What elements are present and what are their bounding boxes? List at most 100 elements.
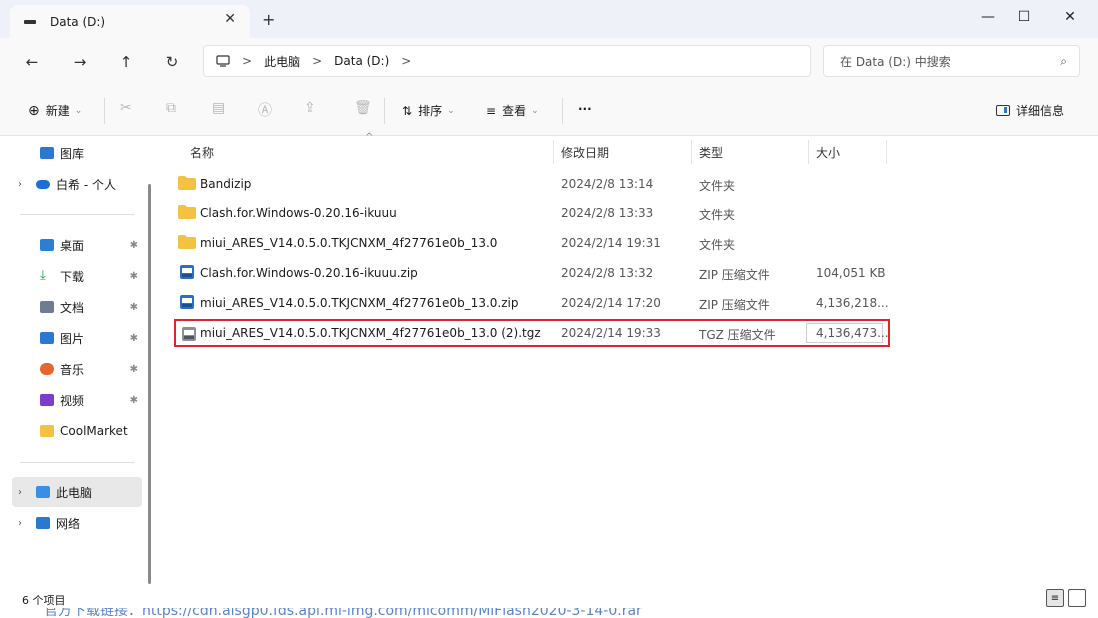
sidebar-scrollbar[interactable]	[148, 184, 151, 584]
file-row[interactable]: miui_ARES_V14.0.5.0.TKJCNXM_4f27761e0b_1…	[174, 229, 890, 257]
file-row[interactable]: Clash.for.Windows-0.20.16-ikuuu 2024/2/8…	[174, 199, 890, 227]
column-divider[interactable]	[691, 140, 692, 164]
search-input[interactable]: 在 Data (D:) 中搜索 ⌕	[823, 45, 1080, 77]
sidebar-item-pictures[interactable]: 图片 ✱	[12, 323, 142, 353]
breadcrumb-chevron-icon: >	[242, 54, 253, 68]
sidebar-item-gallery[interactable]: 图库	[12, 138, 142, 168]
sidebar-item-desktop[interactable]: 桌面 ✱	[12, 230, 142, 260]
maximize-button[interactable]: ☐	[1002, 4, 1046, 30]
more-button[interactable]: ···	[578, 102, 592, 116]
toolbar-divider	[562, 98, 563, 124]
file-name: miui_ARES_V14.0.5.0.TKJCNXM_4f27761e0b_1…	[200, 296, 519, 310]
delete-icon[interactable]: 🗑	[354, 100, 372, 116]
column-header-type[interactable]: 类型	[699, 140, 723, 164]
download-link-text: 官方下载链接：https://cdn.alsgp0.fds.api.mi-img…	[44, 608, 642, 618]
pin-icon[interactable]: ✱	[130, 395, 138, 406]
sidebar-divider	[20, 462, 134, 463]
tiles-view-icon[interactable]	[1068, 589, 1086, 607]
view-lines-icon: ≡	[486, 103, 497, 118]
details-view-icon[interactable]: ≡	[1046, 589, 1064, 607]
sort-label: 排序	[418, 104, 443, 118]
file-type: ZIP 压缩文件	[699, 268, 770, 282]
folder-icon	[178, 176, 196, 190]
sidebar-item-videos[interactable]: 视频 ✱	[12, 385, 142, 415]
forward-button[interactable]: →	[66, 48, 94, 76]
rename-icon[interactable]: Ⓐ	[258, 100, 272, 120]
address-bar[interactable]: > 此电脑 > Data (D:) >	[203, 45, 811, 77]
breadcrumb-this-pc[interactable]: 此电脑	[264, 53, 300, 70]
sidebar-item-label: 视频	[60, 393, 85, 408]
pin-icon[interactable]: ✱	[130, 333, 138, 344]
search-placeholder: 在 Data (D:) 中搜索	[840, 54, 951, 69]
back-button[interactable]: ←	[18, 48, 46, 76]
share-icon[interactable]: ⇪	[304, 100, 316, 116]
file-row[interactable]: miui_ARES_V14.0.5.0.TKJCNXM_4f27761e0b_1…	[174, 289, 890, 317]
refresh-button[interactable]: ↻	[158, 48, 186, 76]
file-modified: 2024/2/8 13:32	[561, 266, 654, 280]
navigation-pane: 图库 › 白希 - 个人 桌面 ✱ ⤓ 下载 ✱ 文档 ✱ 图片 ✱ 音乐 ✱ …	[0, 136, 152, 588]
file-modified: 2024/2/8 13:33	[561, 206, 654, 220]
file-name: miui_ARES_V14.0.5.0.TKJCNXM_4f27761e0b_1…	[200, 326, 541, 340]
column-divider[interactable]	[808, 140, 809, 164]
sidebar-item-this-pc[interactable]: › 此电脑	[12, 477, 142, 507]
details-pane-icon	[996, 105, 1010, 116]
column-header-modified[interactable]: 修改日期	[561, 140, 609, 164]
column-header-name[interactable]: 名称	[190, 140, 214, 164]
plus-circle-icon: ⊕	[28, 102, 40, 119]
sort-button[interactable]: ⇅ 排序 ⌄	[402, 102, 455, 119]
pin-icon[interactable]: ✱	[130, 364, 138, 375]
toolbar-divider	[104, 98, 105, 124]
item-count: 6 个项目	[22, 594, 66, 607]
breadcrumb-chevron-icon: >	[312, 54, 323, 68]
cloud-icon	[36, 179, 50, 189]
pin-icon[interactable]: ✱	[130, 240, 138, 251]
view-label: 查看	[502, 104, 527, 118]
tab-close-icon[interactable]: ✕	[224, 11, 236, 27]
drive-icon	[24, 19, 36, 24]
file-type: 文件夹	[699, 208, 736, 222]
music-icon	[40, 363, 54, 375]
file-row[interactable]: Bandizip 2024/2/8 13:14 文件夹	[174, 170, 890, 198]
new-button[interactable]: ⊕ 新建 ⌄	[28, 102, 82, 119]
gallery-icon	[40, 147, 54, 159]
video-icon	[40, 394, 54, 406]
column-divider[interactable]	[553, 140, 554, 164]
file-type: 文件夹	[699, 238, 736, 252]
column-header-size[interactable]: 大小	[816, 140, 840, 164]
monitor-icon	[216, 55, 230, 67]
tab-data-d[interactable]: Data (D:) ✕	[10, 5, 250, 38]
close-button[interactable]: ✕	[1048, 4, 1092, 30]
copy-icon[interactable]: ⧉	[166, 100, 176, 116]
file-row-selected[interactable]: miui_ARES_V14.0.5.0.TKJCNXM_4f27761e0b_1…	[174, 319, 890, 347]
download-icon: ⤓	[40, 268, 46, 283]
file-row[interactable]: Clash.for.Windows-0.20.16-ikuuu.zip 2024…	[174, 259, 890, 287]
sidebar-item-label: 白希 - 个人	[56, 177, 116, 192]
up-button[interactable]: ↑	[112, 48, 140, 76]
file-name: Clash.for.Windows-0.20.16-ikuuu	[200, 206, 397, 220]
sidebar-item-onedrive[interactable]: › 白希 - 个人	[12, 169, 142, 199]
file-type: 文件夹	[699, 179, 736, 193]
sidebar-item-coolmarket[interactable]: CoolMarket	[12, 416, 142, 446]
new-tab-button[interactable]: +	[262, 10, 275, 29]
file-name: Clash.for.Windows-0.20.16-ikuuu.zip	[200, 266, 418, 280]
search-icon: ⌕	[1060, 54, 1067, 68]
sidebar-item-music[interactable]: 音乐 ✱	[12, 354, 142, 384]
sidebar-item-documents[interactable]: 文档 ✱	[12, 292, 142, 322]
chevron-down-icon: ⌄	[74, 105, 83, 116]
view-button[interactable]: ≡ 查看 ⌄	[486, 102, 539, 119]
sidebar-item-network[interactable]: › 网络	[12, 508, 142, 538]
file-list: 名称 ^ 修改日期 类型 大小 Bandizip 2024/2/8 13:14 …	[160, 132, 1082, 588]
file-type: ZIP 压缩文件	[699, 298, 770, 312]
sidebar-item-downloads[interactable]: ⤓ 下载 ✱	[12, 261, 142, 291]
pin-icon[interactable]: ✱	[130, 271, 138, 282]
details-pane-button[interactable]: 详细信息	[996, 102, 1064, 119]
file-modified: 2024/2/8 13:14	[561, 177, 654, 191]
expand-chevron-icon: ›	[18, 517, 22, 529]
column-divider[interactable]	[886, 140, 887, 164]
cut-icon[interactable]: ✂	[120, 100, 132, 116]
breadcrumb-data-d[interactable]: Data (D:)	[334, 54, 389, 68]
pin-icon[interactable]: ✱	[130, 302, 138, 313]
chevron-down-icon: ⌄	[531, 105, 539, 116]
paste-icon[interactable]: ▤	[212, 100, 225, 116]
new-label: 新建	[45, 104, 70, 118]
